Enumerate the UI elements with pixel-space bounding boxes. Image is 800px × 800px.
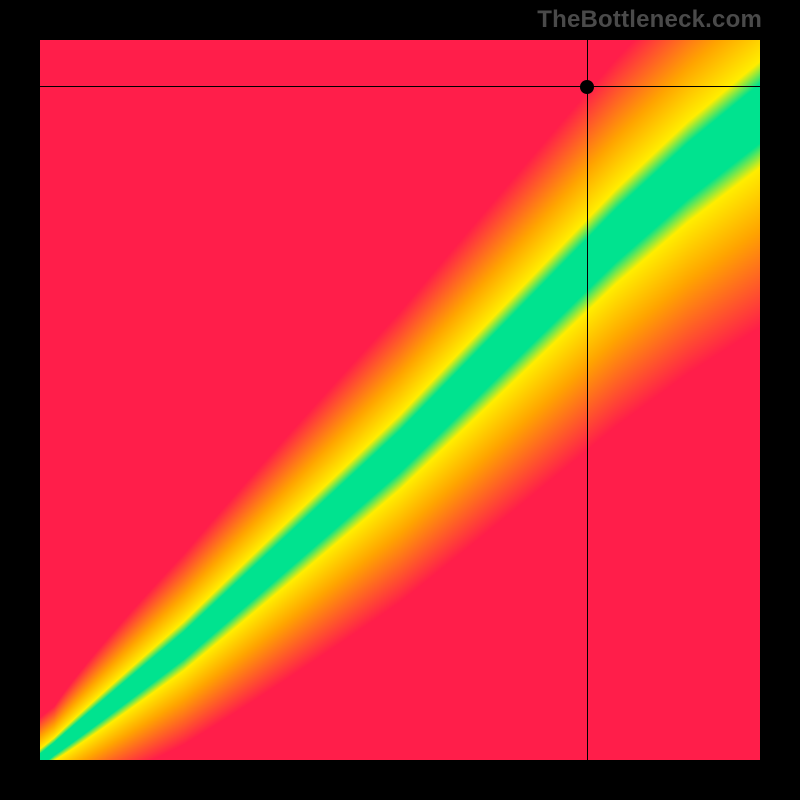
watermark-text: TheBottleneck.com [537, 6, 762, 34]
heatmap-plot [40, 40, 760, 760]
heatmap-canvas [40, 40, 760, 760]
chart-container: TheBottleneck.com [0, 0, 800, 800]
